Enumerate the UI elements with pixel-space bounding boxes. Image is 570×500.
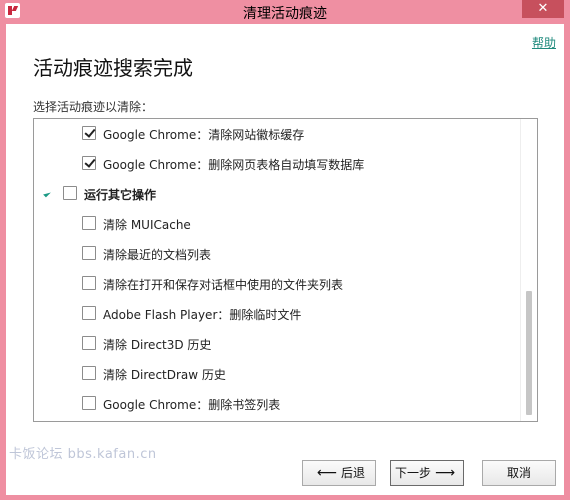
checkbox[interactable] [82,126,96,140]
tree-item-recent-docs[interactable]: 清除最近的文档列表 [34,239,520,269]
checkbox[interactable] [82,306,96,320]
tree-item-label: Adobe Flash Player：删除临时文件 [103,308,302,322]
next-button[interactable]: 下一步 ⟶ [390,460,464,486]
tree-item-open-save-dialog-folders[interactable]: 清除在打开和保存对话框中使用的文件夹列表 [34,269,520,299]
window-frame-right [564,24,570,500]
tree-item-chrome-favicon-cache[interactable]: Google Chrome：清除网站徽标缓存 [34,119,520,149]
checkbox[interactable] [63,186,77,200]
back-button-label: 后退 [341,466,366,480]
window-title: 清理活动痕迹 [243,6,327,22]
scrollbar-thumb[interactable] [526,291,532,415]
back-button[interactable]: ⟵ 后退 [302,460,376,486]
tree-item-label: 清除在打开和保存对话框中使用的文件夹列表 [103,278,344,292]
arrow-right-icon: ⟶ [434,465,456,481]
arrow-left-icon: ⟵ [316,465,338,481]
tree-item-label: Google Chrome：删除网页表格自动填写数据库 [103,158,365,172]
dialog-body: 帮助 活动痕迹搜索完成 选择活动痕迹以清除： Google Chrome：清除网… [6,24,564,495]
tree-item-muicache[interactable]: 清除 MUICache [34,209,520,239]
page-title: 活动痕迹搜索完成 [33,56,193,80]
tree-item-flash-temp-files[interactable]: Adobe Flash Player：删除临时文件 [34,299,520,329]
checkbox[interactable] [82,366,96,380]
tree-item-directdraw-history[interactable]: 清除 DirectDraw 历史 [34,359,520,389]
checkbox[interactable] [82,156,96,170]
instruction-label: 选择活动痕迹以清除： [33,100,154,114]
checkbox[interactable] [82,276,96,290]
tree-group-other-operations[interactable]: 运行其它操作 [34,179,520,209]
watermark: 卡饭论坛 bbs.kafan.cn [9,447,157,462]
tree-item-direct3d-history[interactable]: 清除 Direct3D 历史 [34,329,520,359]
tree-item-label: Google Chrome：删除书签列表 [103,398,281,412]
checkbox[interactable] [82,336,96,350]
cancel-button[interactable]: 取消 [482,460,556,486]
tree-item-chrome-bookmarks[interactable]: Google Chrome：删除书签列表 [34,389,520,419]
tree-item-chrome-autofill-db[interactable]: Google Chrome：删除网页表格自动填写数据库 [34,149,520,179]
help-link[interactable]: 帮助 [532,34,556,51]
tree-item-label: Google Chrome：清除网站徽标缓存 [103,128,305,142]
checkbox[interactable] [82,246,96,260]
tree-item-label: 清除 Direct3D 历史 [103,338,212,352]
cancel-button-label: 取消 [506,466,531,480]
title-bar[interactable]: 清理活动痕迹 ✕ [0,0,570,24]
close-button[interactable]: ✕ [522,0,564,18]
tree-item-label: 清除 MUICache [103,218,191,232]
tree-group-label: 运行其它操作 [84,188,157,202]
tree-item-label: 清除 DirectDraw 历史 [103,368,226,382]
expand-collapse-triangle-icon[interactable] [43,189,51,198]
traces-tree-list[interactable]: Google Chrome：清除网站徽标缓存 Google Chrome：删除网… [33,118,538,422]
checkbox[interactable] [82,396,96,410]
tree-item-label: 清除最近的文档列表 [103,248,212,262]
vertical-scrollbar[interactable] [520,119,537,421]
next-button-label: 下一步 [394,466,431,480]
window-frame-bottom [0,495,570,500]
checkbox[interactable] [82,216,96,230]
